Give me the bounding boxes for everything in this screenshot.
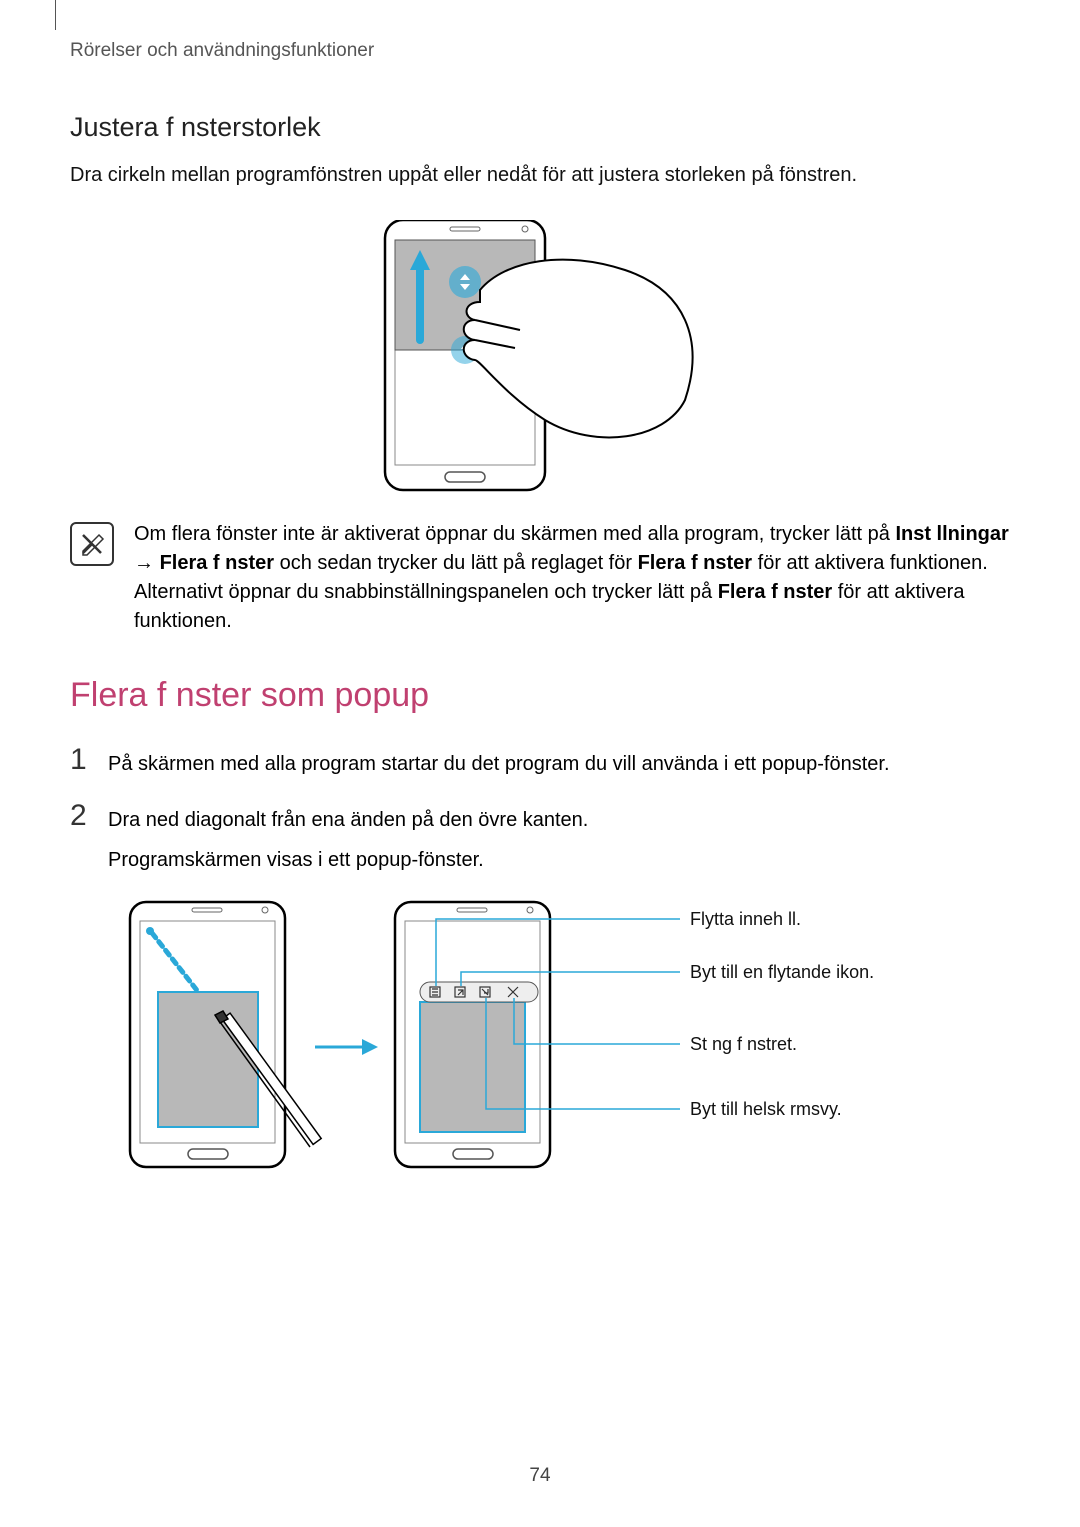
step-number-1: 1 bbox=[70, 745, 92, 775]
note-icon bbox=[70, 522, 114, 566]
step-number-2: 2 bbox=[70, 801, 92, 831]
step-1: 1 På skärmen med alla program startar du… bbox=[70, 745, 1010, 779]
callout-close-window: St ng f nstret. bbox=[690, 1034, 797, 1055]
page-header: Rörelser och användningsfunktioner bbox=[70, 40, 1010, 62]
page-number: 74 bbox=[529, 1465, 550, 1487]
callout-fullscreen: Byt till helsk rmsvy. bbox=[690, 1099, 842, 1120]
step-2-text: Dra ned diagonalt från ena änden på den … bbox=[108, 801, 588, 875]
intro-text: Dra cirkeln mellan programfönstren uppåt… bbox=[70, 161, 1010, 190]
figure-resize-window bbox=[365, 220, 715, 495]
step-2: 2 Dra ned diagonalt från ena änden på de… bbox=[70, 801, 1010, 875]
section-heading-popup: Flera f nster som popup bbox=[70, 676, 1010, 715]
step-1-text: På skärmen med alla program startar du d… bbox=[108, 745, 890, 779]
callout-move-content: Flytta inneh ll. bbox=[690, 909, 801, 930]
callout-floating-icon: Byt till en flytande ikon. bbox=[690, 962, 874, 983]
figure-popup-window: Flytta inneh ll. Byt till en flytande ik… bbox=[120, 897, 1010, 1187]
note-block: Om flera fönster inte är aktiverat öppna… bbox=[70, 520, 1010, 636]
note-text: Om flera fönster inte är aktiverat öppna… bbox=[134, 520, 1010, 636]
subheading-adjust-window: Justera f nsterstorlek bbox=[70, 112, 1010, 143]
